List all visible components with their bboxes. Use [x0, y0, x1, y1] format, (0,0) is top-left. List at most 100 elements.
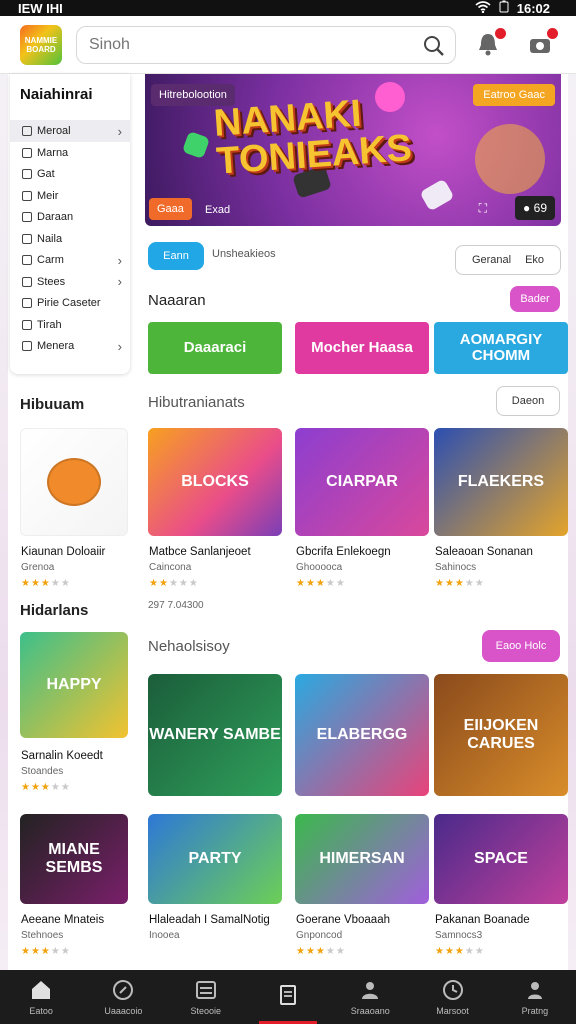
hero-badge-label: Exad: [205, 204, 231, 216]
chevron-right-icon: ›: [117, 123, 122, 139]
search-icon[interactable]: [423, 35, 445, 57]
rating-stars: ★★★★★: [435, 578, 485, 589]
nav-item-label: Marsoot: [436, 1006, 469, 1016]
top-bar: NAMMIE BOARD: [0, 16, 576, 74]
game-card-subtitle: Grenoa: [21, 562, 55, 573]
game-card-image[interactable]: HAPPY: [20, 632, 128, 738]
game-card-art-text: ELABERGG: [316, 726, 408, 743]
game-card-image[interactable]: SPACE: [434, 814, 568, 904]
featured-banner[interactable]: AOMARGIY CHOMM: [434, 322, 568, 374]
game-card-title[interactable]: Hlaleadah I SamalNotig: [149, 914, 270, 926]
cart-button[interactable]: [526, 28, 558, 60]
game-card-image[interactable]: MIANE SEMBS: [20, 814, 128, 904]
game-card-title[interactable]: Saleaoan Sonanan: [435, 546, 533, 558]
document-icon: [276, 983, 300, 1007]
star-icon: ★★★: [296, 578, 326, 589]
nav-item-home[interactable]: Eatoo: [0, 970, 82, 1024]
notification-button[interactable]: [474, 28, 506, 60]
section1-button[interactable]: Daeon: [496, 386, 560, 416]
game-card-title[interactable]: Goerane Vboaaah: [296, 914, 390, 926]
hero-banner[interactable]: Hitrebolootion Eatroo Gaac NANAKI TONIEA…: [145, 74, 561, 226]
game-card-subtitle: Stehnoes: [21, 930, 64, 941]
compass-icon: [111, 978, 135, 1002]
hero-badge[interactable]: Gaaa: [149, 198, 192, 220]
sidebar-item-icon: [22, 126, 32, 136]
nav-item-label: Eatoo: [29, 1006, 53, 1016]
game-card-image[interactable]: EIIJOKEN CARUES: [434, 674, 568, 796]
star-empty-icon: ★★: [325, 578, 346, 589]
nav-item-person[interactable]: Sraaoano: [329, 970, 411, 1024]
game-card-subtitle: Sahinocs: [435, 562, 477, 573]
nav-item-user[interactable]: Pratng: [494, 970, 576, 1024]
sidebar-item[interactable]: Gat: [10, 163, 130, 185]
cart-badge: [547, 28, 558, 39]
sidebar-item[interactable]: Menera ›: [10, 335, 130, 357]
game-card-art-text: CIARPAR: [326, 473, 398, 490]
search-bar[interactable]: [76, 26, 456, 64]
sidebar-item[interactable]: Meir: [10, 185, 130, 207]
star-empty-icon: ★★: [50, 782, 71, 793]
featured-banner[interactable]: Mocher Haasa: [295, 322, 429, 374]
sidebar: Naiahinrai Meroal › Marna Gat Meir Daraan Nail…: [10, 74, 130, 374]
user-icon: [523, 978, 547, 1002]
nav-item-compass[interactable]: Uaaacoio: [82, 970, 164, 1024]
game-card-title[interactable]: Pakanan Boanade: [435, 914, 530, 926]
person-icon: [358, 978, 382, 1002]
game-card-image[interactable]: PARTY: [148, 814, 282, 904]
sidebar-item-icon: [22, 276, 32, 287]
game-card-subtitle: Inooea: [149, 930, 180, 941]
search-input[interactable]: [89, 35, 409, 55]
game-card-title[interactable]: Kiaunan Doloaiir: [21, 546, 105, 558]
game-card-title[interactable]: Matbce Sanlanjeoet: [149, 546, 251, 558]
featured-button[interactable]: Bader: [510, 286, 560, 312]
nav-item-list[interactable]: Steooie: [165, 970, 247, 1024]
section2-button[interactable]: Eaoo Holc: [482, 630, 560, 662]
battery-icon: [499, 0, 509, 16]
game-card-image[interactable]: FLAEKERS: [434, 428, 568, 536]
sidebar-item[interactable]: Carm ›: [10, 249, 130, 271]
bottom-nav: Eatoo Uaaacoio Steooie Sraaoano Marsoot Pratn…: [0, 970, 576, 1024]
sidebar-item-icon: [22, 169, 32, 179]
filter-primary-button[interactable]: Eann: [148, 242, 204, 270]
filter-toggle[interactable]: Geranal Eko: [455, 245, 561, 275]
nav-item-document[interactable]: [247, 970, 329, 1024]
game-card-image[interactable]: CIARPAR: [295, 428, 429, 536]
nav-item-clock[interactable]: Marsoot: [411, 970, 493, 1024]
filter-toggle-b[interactable]: Eko: [525, 254, 544, 266]
app-logo[interactable]: NAMMIE BOARD: [20, 25, 62, 65]
sidebar-item[interactable]: Pirie Caseter: [10, 292, 130, 314]
game-card-title[interactable]: Gbcrifa Enlekoegn: [296, 546, 391, 558]
hero-cta-button[interactable]: Eatroo Gaac: [473, 84, 555, 106]
game-card-image[interactable]: WANERY SAMBE: [148, 674, 282, 796]
filter-toggle-a[interactable]: Geranal: [472, 254, 511, 266]
sidebar-item[interactable]: Stees ›: [10, 271, 130, 293]
game-card-title[interactable]: Sarnalin Koeedt: [21, 750, 103, 762]
nav-item-label: Uaaacoio: [104, 1006, 143, 1016]
sidebar-item-label: Stees: [37, 275, 66, 288]
game-card-image[interactable]: HIMERSAN: [295, 814, 429, 904]
featured-banner[interactable]: Daaaraci: [148, 322, 282, 374]
game-card-image[interactable]: ELABERGG: [295, 674, 429, 796]
game-card-title[interactable]: Aeeane Mnateis: [21, 914, 104, 926]
game-card-image[interactable]: [20, 428, 128, 536]
sidebar-item-label: Pirie Caseter: [37, 297, 101, 309]
star-empty-icon: ★★: [464, 946, 485, 957]
rating-stars: ★★★★★: [149, 578, 199, 589]
status-time: 16:02: [516, 0, 550, 16]
game-card-subtitle: Samnocs3: [435, 930, 483, 941]
game-card-subtitle: Stoandes: [21, 766, 64, 777]
game-card-art-text: HAPPY: [46, 676, 102, 693]
sidebar-item[interactable]: Meroal ›: [10, 120, 130, 142]
notification-badge: [495, 28, 506, 39]
expand-icon[interactable]: ⛶: [479, 201, 487, 216]
game-card-art-text: SPACE: [474, 850, 528, 867]
status-bar: IEW IHI 16:02: [0, 0, 576, 16]
candy-shape: [181, 130, 211, 160]
game-card-image[interactable]: BLOCKS: [148, 428, 282, 536]
star-icon: ★★★: [435, 578, 465, 589]
sidebar-item[interactable]: Tirah: [10, 314, 130, 336]
sidebar-item[interactable]: Marna: [10, 142, 130, 164]
sidebar-item[interactable]: Naila: [10, 228, 130, 250]
slide-counter[interactable]: ● 69: [515, 196, 555, 220]
sidebar-item[interactable]: Daraan: [10, 206, 130, 228]
